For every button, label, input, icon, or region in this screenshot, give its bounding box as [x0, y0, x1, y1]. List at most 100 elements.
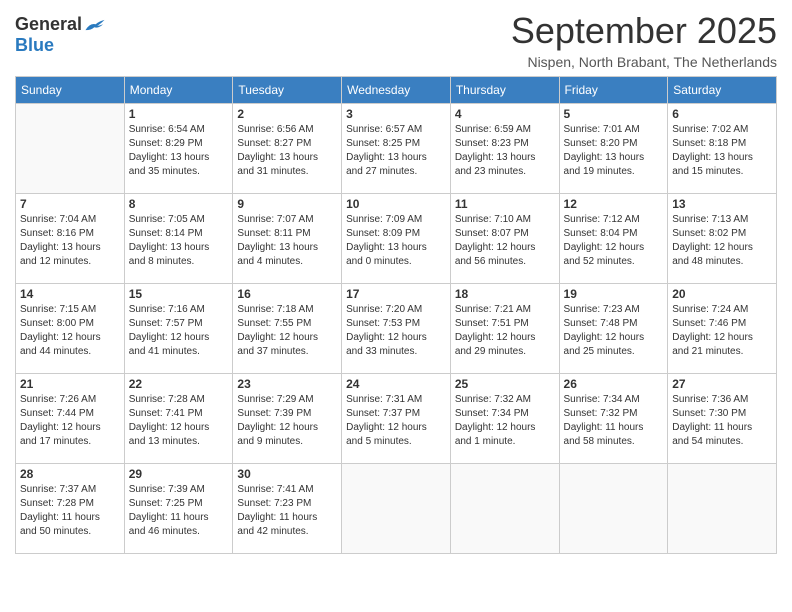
calendar-cell: 7 Sunrise: 7:04 AMSunset: 8:16 PMDaylight… [16, 194, 125, 284]
calendar-cell: 3 Sunrise: 6:57 AMSunset: 8:25 PMDaylight… [342, 104, 451, 194]
day-info: Sunrise: 7:26 AMSunset: 7:44 PMDaylight:… [20, 393, 120, 449]
day-number: 8 [129, 197, 229, 211]
day-number: 3 [346, 107, 446, 121]
weekday-header-sunday: Sunday [16, 77, 125, 104]
day-info: Sunrise: 7:13 AMSunset: 8:02 PMDaylight:… [672, 213, 772, 269]
day-info: Sunrise: 7:18 AMSunset: 7:55 PMDaylight:… [237, 303, 337, 359]
calendar-cell: 29Sunrise: 7:39 AMSunset: 7:25 PMDayligh… [124, 464, 233, 554]
day-number: 12 [564, 197, 664, 211]
day-number: 19 [564, 287, 664, 301]
day-number: 15 [129, 287, 229, 301]
day-info: Sunrise: 7:12 AMSunset: 8:04 PMDaylight:… [564, 213, 664, 269]
day-info: Sunrise: 7:09 AMSunset: 8:09 PMDaylight:… [346, 213, 446, 269]
day-number: 24 [346, 377, 446, 391]
day-info: Sunrise: 7:36 AMSunset: 7:30 PMDaylight:… [672, 393, 772, 449]
day-number: 25 [455, 377, 555, 391]
day-info: Sunrise: 7:23 AMSunset: 7:48 PMDaylight:… [564, 303, 664, 359]
calendar-cell: 26 Sunrise: 7:34 AMSunset: 7:32 PMDayligh… [559, 374, 668, 464]
calendar-cell: 8 Sunrise: 7:05 AMSunset: 8:14 PMDaylight… [124, 194, 233, 284]
day-number: 30 [237, 467, 337, 481]
weekday-header-friday: Friday [559, 77, 668, 104]
day-info: Sunrise: 7:20 AMSunset: 7:53 PMDaylight:… [346, 303, 446, 359]
weekday-header-saturday: Saturday [668, 77, 777, 104]
calendar-cell: 1Sunrise: 6:54 AMSunset: 8:29 PMDaylight… [124, 104, 233, 194]
weekday-header-monday: Monday [124, 77, 233, 104]
calendar-cell: 19 Sunrise: 7:23 AMSunset: 7:48 PMDayligh… [559, 284, 668, 374]
calendar-cell: 17 Sunrise: 7:20 AMSunset: 7:53 PMDayligh… [342, 284, 451, 374]
calendar-cell [16, 104, 125, 194]
day-info: Sunrise: 7:04 AMSunset: 8:16 PMDaylight:… [20, 213, 120, 269]
day-info: Sunrise: 7:15 AMSunset: 8:00 PMDaylight:… [20, 303, 120, 359]
day-info: Sunrise: 7:34 AMSunset: 7:32 PMDaylight:… [564, 393, 664, 449]
day-info: Sunrise: 7:24 AMSunset: 7:46 PMDaylight:… [672, 303, 772, 359]
calendar-cell: 20 Sunrise: 7:24 AMSunset: 7:46 PMDayligh… [668, 284, 777, 374]
calendar-cell: 15 Sunrise: 7:16 AMSunset: 7:57 PMDayligh… [124, 284, 233, 374]
calendar-week-row: 1Sunrise: 6:54 AMSunset: 8:29 PMDaylight… [16, 104, 777, 194]
weekday-header-thursday: Thursday [450, 77, 559, 104]
calendar-cell: 2Sunrise: 6:56 AMSunset: 8:27 PMDaylight… [233, 104, 342, 194]
calendar-cell: 30Sunrise: 7:41 AMSunset: 7:23 PMDayligh… [233, 464, 342, 554]
day-number: 13 [672, 197, 772, 211]
day-number: 26 [564, 377, 664, 391]
day-info: Sunrise: 6:57 AMSunset: 8:25 PMDaylight:… [346, 123, 446, 179]
day-info: Sunrise: 6:54 AMSunset: 8:29 PMDaylight:… [129, 123, 229, 179]
day-number: 20 [672, 287, 772, 301]
calendar-cell: 22 Sunrise: 7:28 AMSunset: 7:41 PMDayligh… [124, 374, 233, 464]
logo-blue-text: Blue [15, 35, 54, 56]
calendar-cell: 25 Sunrise: 7:32 AMSunset: 7:34 PMDayligh… [450, 374, 559, 464]
month-title: September 2025 [511, 10, 777, 52]
day-info: Sunrise: 6:56 AMSunset: 8:27 PMDaylight:… [237, 123, 337, 179]
calendar-cell: 18Sunrise: 7:21 AMSunset: 7:51 PMDayligh… [450, 284, 559, 374]
calendar-cell: 11Sunrise: 7:10 AMSunset: 8:07 PMDayligh… [450, 194, 559, 284]
calendar-week-row: 28 Sunrise: 7:37 AMSunset: 7:28 PMDayligh… [16, 464, 777, 554]
calendar-cell: 10 Sunrise: 7:09 AMSunset: 8:09 PMDayligh… [342, 194, 451, 284]
day-number: 28 [20, 467, 120, 481]
weekday-header-wednesday: Wednesday [342, 77, 451, 104]
calendar-cell: 23 Sunrise: 7:29 AMSunset: 7:39 PMDayligh… [233, 374, 342, 464]
day-number: 10 [346, 197, 446, 211]
day-info: Sunrise: 7:16 AMSunset: 7:57 PMDaylight:… [129, 303, 229, 359]
calendar-table: SundayMondayTuesdayWednesdayThursdayFrid… [15, 76, 777, 554]
day-info: Sunrise: 7:29 AMSunset: 7:39 PMDaylight:… [237, 393, 337, 449]
day-info: Sunrise: 7:05 AMSunset: 8:14 PMDaylight:… [129, 213, 229, 269]
day-number: 7 [20, 197, 120, 211]
calendar-header: SundayMondayTuesdayWednesdayThursdayFrid… [16, 77, 777, 104]
calendar-cell [450, 464, 559, 554]
day-number: 21 [20, 377, 120, 391]
title-block: September 2025 Nispen, North Brabant, Th… [511, 10, 777, 70]
day-info: Sunrise: 7:37 AMSunset: 7:28 PMDaylight:… [20, 483, 120, 539]
day-info: Sunrise: 7:21 AMSunset: 7:51 PMDaylight:… [455, 303, 555, 359]
day-number: 29 [129, 467, 229, 481]
day-number: 6 [672, 107, 772, 121]
logo: General Blue [15, 14, 106, 56]
day-info: Sunrise: 7:02 AMSunset: 8:18 PMDaylight:… [672, 123, 772, 179]
calendar-week-row: 14 Sunrise: 7:15 AMSunset: 8:00 PMDayligh… [16, 284, 777, 374]
calendar-cell: 21 Sunrise: 7:26 AMSunset: 7:44 PMDayligh… [16, 374, 125, 464]
day-info: Sunrise: 7:32 AMSunset: 7:34 PMDaylight:… [455, 393, 555, 449]
calendar-cell: 13 Sunrise: 7:13 AMSunset: 8:02 PMDayligh… [668, 194, 777, 284]
day-info: Sunrise: 7:31 AMSunset: 7:37 PMDaylight:… [346, 393, 446, 449]
day-info: Sunrise: 7:28 AMSunset: 7:41 PMDaylight:… [129, 393, 229, 449]
day-info: Sunrise: 7:07 AMSunset: 8:11 PMDaylight:… [237, 213, 337, 269]
day-number: 16 [237, 287, 337, 301]
day-number: 22 [129, 377, 229, 391]
weekday-header-row: SundayMondayTuesdayWednesdayThursdayFrid… [16, 77, 777, 104]
day-info: Sunrise: 7:01 AMSunset: 8:20 PMDaylight:… [564, 123, 664, 179]
calendar-cell: 16 Sunrise: 7:18 AMSunset: 7:55 PMDayligh… [233, 284, 342, 374]
day-number: 23 [237, 377, 337, 391]
day-number: 9 [237, 197, 337, 211]
location-subtitle: Nispen, North Brabant, The Netherlands [511, 54, 777, 70]
calendar-cell: 24 Sunrise: 7:31 AMSunset: 7:37 PMDayligh… [342, 374, 451, 464]
calendar-cell: 14 Sunrise: 7:15 AMSunset: 8:00 PMDayligh… [16, 284, 125, 374]
day-number: 11 [455, 197, 555, 211]
day-info: Sunrise: 6:59 AMSunset: 8:23 PMDaylight:… [455, 123, 555, 179]
weekday-header-tuesday: Tuesday [233, 77, 342, 104]
calendar-cell: 12 Sunrise: 7:12 AMSunset: 8:04 PMDayligh… [559, 194, 668, 284]
calendar-cell [342, 464, 451, 554]
day-number: 14 [20, 287, 120, 301]
page-header: General Blue September 2025 Nispen, Nort… [15, 10, 777, 70]
logo-bird-icon [84, 16, 106, 34]
calendar-cell: 5Sunrise: 7:01 AMSunset: 8:20 PMDaylight… [559, 104, 668, 194]
day-number: 17 [346, 287, 446, 301]
day-number: 27 [672, 377, 772, 391]
